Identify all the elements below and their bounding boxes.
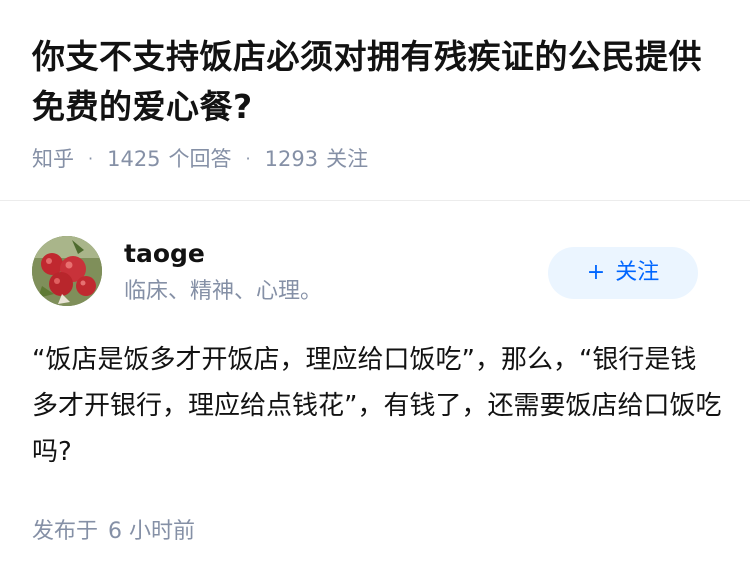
question-title[interactable]: 你支不支持饭店必须对拥有残疾证的公民提供免费的爱心餐? bbox=[32, 32, 722, 132]
avatar[interactable] bbox=[32, 236, 102, 306]
author-name[interactable]: taoge bbox=[124, 236, 205, 272]
author-bio: 临床、精神、心理。 bbox=[124, 279, 323, 304]
question-meta: 知乎 · 1425 个回答 · 1293 关注 bbox=[32, 144, 722, 174]
separator-dot-icon: · bbox=[88, 149, 94, 168]
published-prefix: 发布于 bbox=[32, 519, 99, 544]
section-divider bbox=[0, 200, 750, 201]
answer-count-label[interactable]: 个回答 bbox=[169, 144, 232, 174]
answer-meta: 发布于 6 小时前 bbox=[32, 516, 195, 548]
lychee-avatar-icon bbox=[32, 236, 102, 306]
answer-content: “饭店是饭多才开饭店，理应给口饭吃”，那么，“银行是钱多才开银行，理应给点钱花”… bbox=[32, 345, 722, 467]
follow-button[interactable]: + 关注 bbox=[548, 247, 698, 299]
question-header: 你支不支持饭店必须对拥有残疾证的公民提供免费的爱心餐? 知乎 · 1425 个回… bbox=[32, 32, 722, 174]
separator-dot-icon: · bbox=[245, 149, 251, 168]
plus-icon: + bbox=[586, 260, 606, 285]
published-time: 6 小时前 bbox=[108, 519, 196, 544]
author-row: taoge 临床、精神、心理。 + 关注 bbox=[32, 236, 718, 308]
follow-button-label: 关注 bbox=[615, 260, 660, 285]
follower-count-label: 关注 bbox=[326, 147, 369, 171]
follower-count: 1293 bbox=[264, 147, 319, 171]
source-label[interactable]: 知乎 bbox=[32, 144, 74, 174]
answer-count: 1425 bbox=[107, 147, 161, 171]
